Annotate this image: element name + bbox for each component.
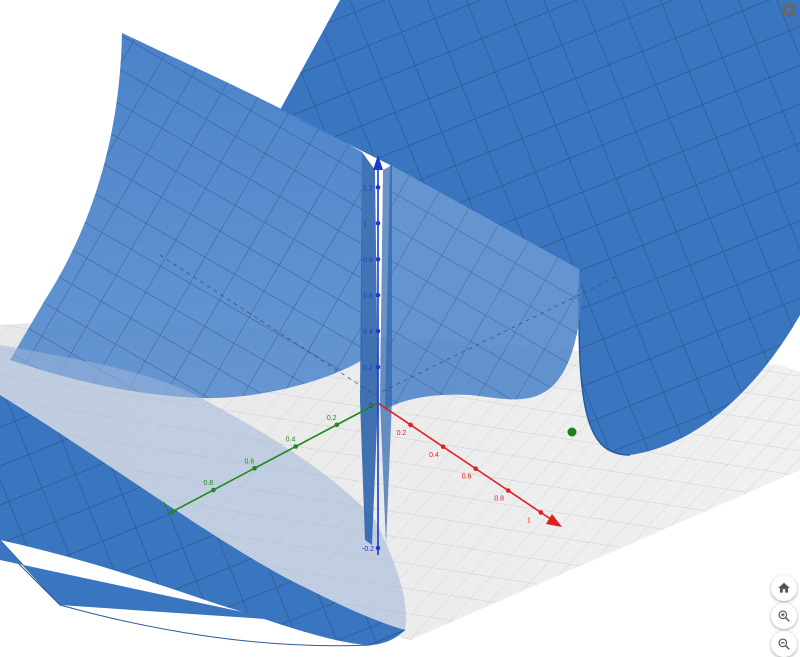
graphics-3d-view[interactable]: 0.2 0.4 0.6 0.8 1 0.2 0.4 0.6 0.8 1 0.2 0.4 0.6 0.8 1 1… (0, 0, 800, 655)
x-tick (440, 444, 446, 450)
y-tick-label: 0.8 (203, 480, 213, 487)
z-tick (375, 364, 381, 370)
z-tick-label-negative: -0.2 (362, 546, 374, 553)
settings-button[interactable] (778, 0, 798, 20)
y-tick (334, 422, 340, 428)
gear-icon (781, 2, 796, 18)
z-tick (375, 185, 381, 190)
x-tick (408, 422, 413, 428)
x-tick-label: 0.8 (494, 496, 504, 503)
y-tick-label: 1 (162, 502, 166, 509)
z-tick (375, 256, 381, 262)
z-tick-label: 0.2 (363, 365, 373, 372)
z-tick (375, 292, 381, 298)
z-tick-label: 1.2 (363, 185, 373, 192)
z-tick-negative (375, 545, 381, 551)
zoom-in-icon (778, 610, 790, 622)
y-tick-label: 0.6 (245, 458, 255, 465)
home-icon (778, 582, 790, 593)
zoom-in-button[interactable] (771, 603, 797, 629)
zoom-out-icon (778, 638, 790, 650)
y-tick (252, 465, 257, 471)
y-tick-label: 0.4 (286, 437, 296, 444)
origin-label: 0 (369, 403, 373, 410)
x-tick-label: 1 (527, 517, 531, 524)
home-button[interactable] (771, 575, 797, 601)
x-tick (473, 466, 479, 471)
x-tick-label: 0.2 (397, 430, 407, 437)
x-tick (505, 488, 511, 493)
z-tick (375, 220, 381, 226)
z-tick-label: 0.6 (363, 293, 373, 300)
y-tick (169, 509, 175, 515)
x-tick (538, 510, 544, 515)
z-tick-label: 0.8 (363, 257, 373, 264)
x-tick-label: 0.4 (429, 452, 439, 459)
z-tick-label: 0.4 (363, 329, 373, 336)
z-tick (375, 328, 381, 334)
surface-point[interactable] (567, 427, 577, 437)
z-tick-label: 1 (363, 221, 367, 228)
y-tick (211, 487, 216, 493)
y-tick-label: 0.2 (327, 415, 337, 422)
zoom-out-button[interactable] (771, 631, 797, 657)
y-tick (293, 444, 298, 449)
x-tick-label: 0.6 (462, 474, 472, 481)
